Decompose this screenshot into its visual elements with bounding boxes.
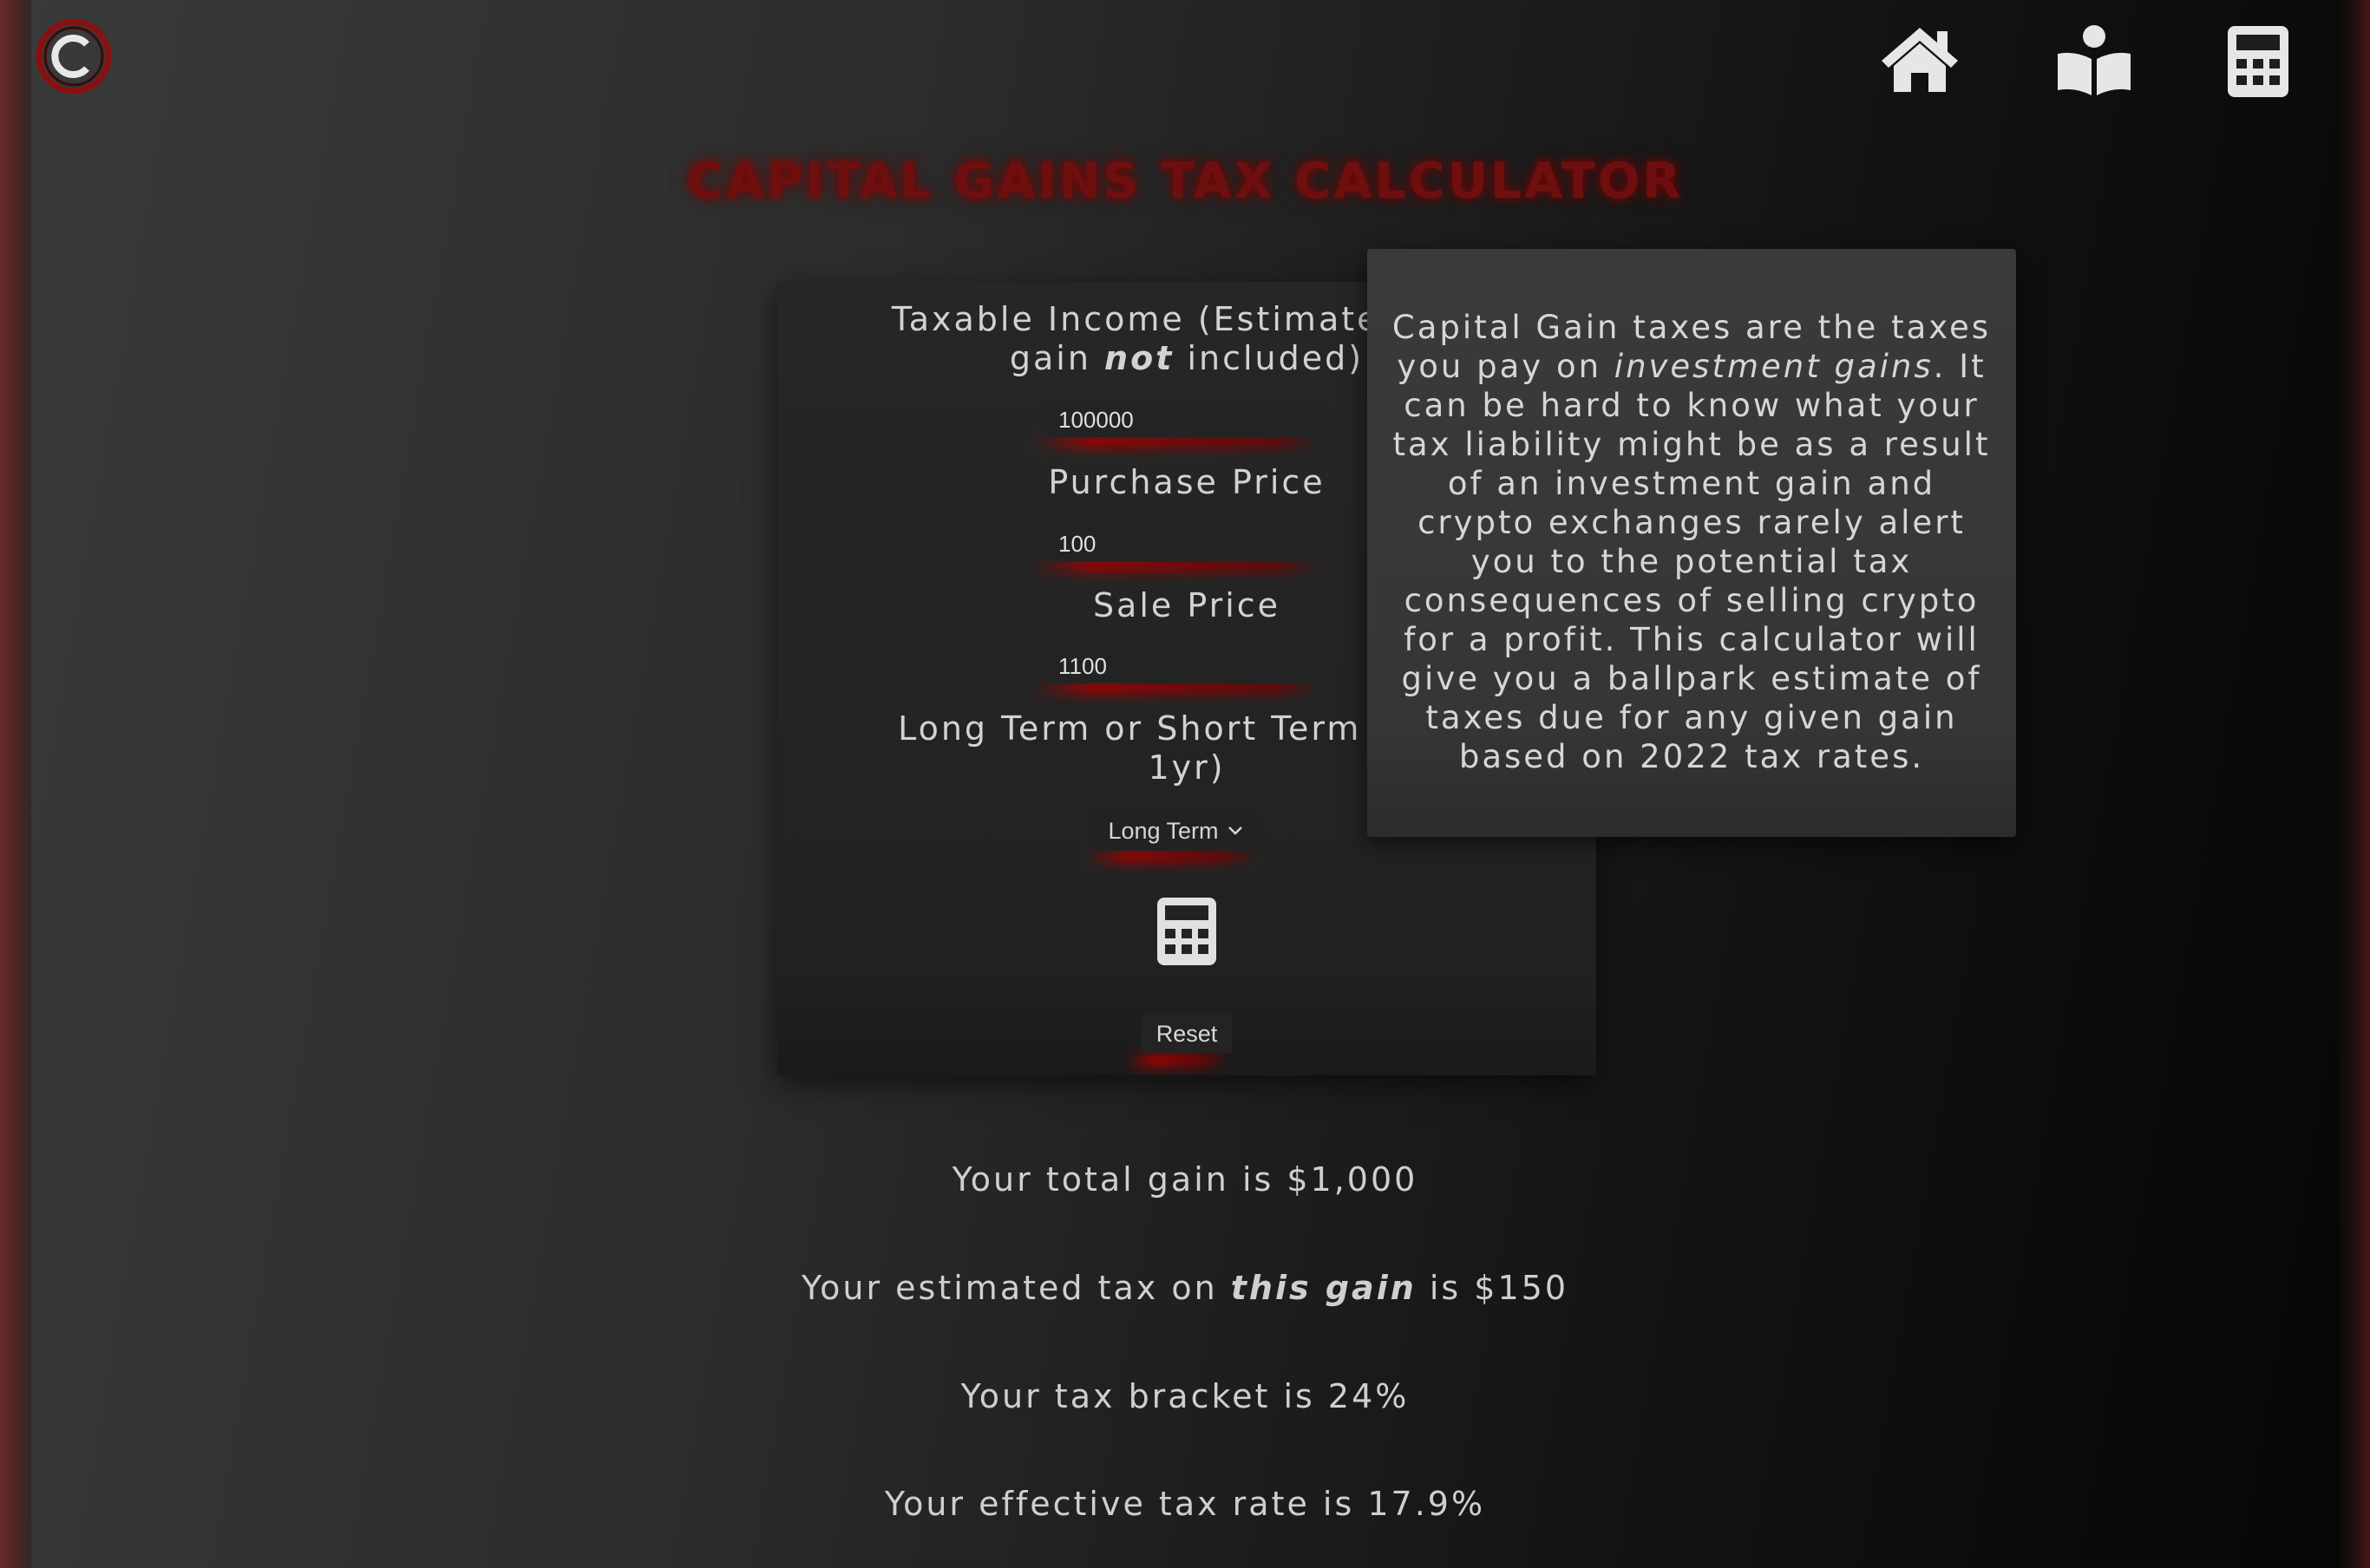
book-reader-icon[interactable] (2054, 24, 2134, 97)
sale-price-input[interactable] (1046, 649, 1322, 683)
left-edge-accent (0, 0, 31, 1568)
sale-price-field-wrap (1046, 649, 1322, 683)
purchase-price-input[interactable] (1046, 526, 1322, 561)
calculate-button-icon[interactable] (1156, 896, 1218, 967)
purchase-price-field-wrap (1046, 526, 1322, 561)
estimated-tax-result: Your estimated tax on this gain is $150 (801, 1269, 1569, 1307)
reset-button-wrap: Reset (1142, 1015, 1232, 1053)
term-select[interactable]: Long Term (1093, 811, 1258, 851)
term-select-wrap: Long Term (1093, 811, 1258, 851)
info-card: Capital Gain taxes are the taxes you pay… (1367, 249, 2016, 837)
calculator-icon[interactable] (2226, 24, 2290, 99)
tax-bracket-result: Your tax bracket is 24% (960, 1377, 1410, 1415)
total-gain-result: Your total gain is $1,000 (952, 1160, 1418, 1199)
right-edge-accent (2339, 0, 2370, 1568)
reset-button[interactable]: Reset (1142, 1015, 1232, 1053)
term-select-value: Long Term (1108, 817, 1219, 844)
taxable-income-input[interactable] (1046, 402, 1322, 437)
page-title: CAPITAL GAINS TAX CALCULATOR (686, 153, 1684, 210)
copyright-circle-logo[interactable] (35, 17, 113, 95)
home-icon[interactable] (1878, 24, 1961, 94)
info-text-em: investment gains (1614, 348, 1934, 385)
chevron-down-icon (1228, 826, 1242, 835)
effective-rate-result: Your effective tax rate is 17.9% (884, 1485, 1486, 1523)
info-text-post: . It can be hard to know what your tax l… (1392, 348, 1991, 775)
taxable-income-field-wrap (1046, 402, 1322, 437)
